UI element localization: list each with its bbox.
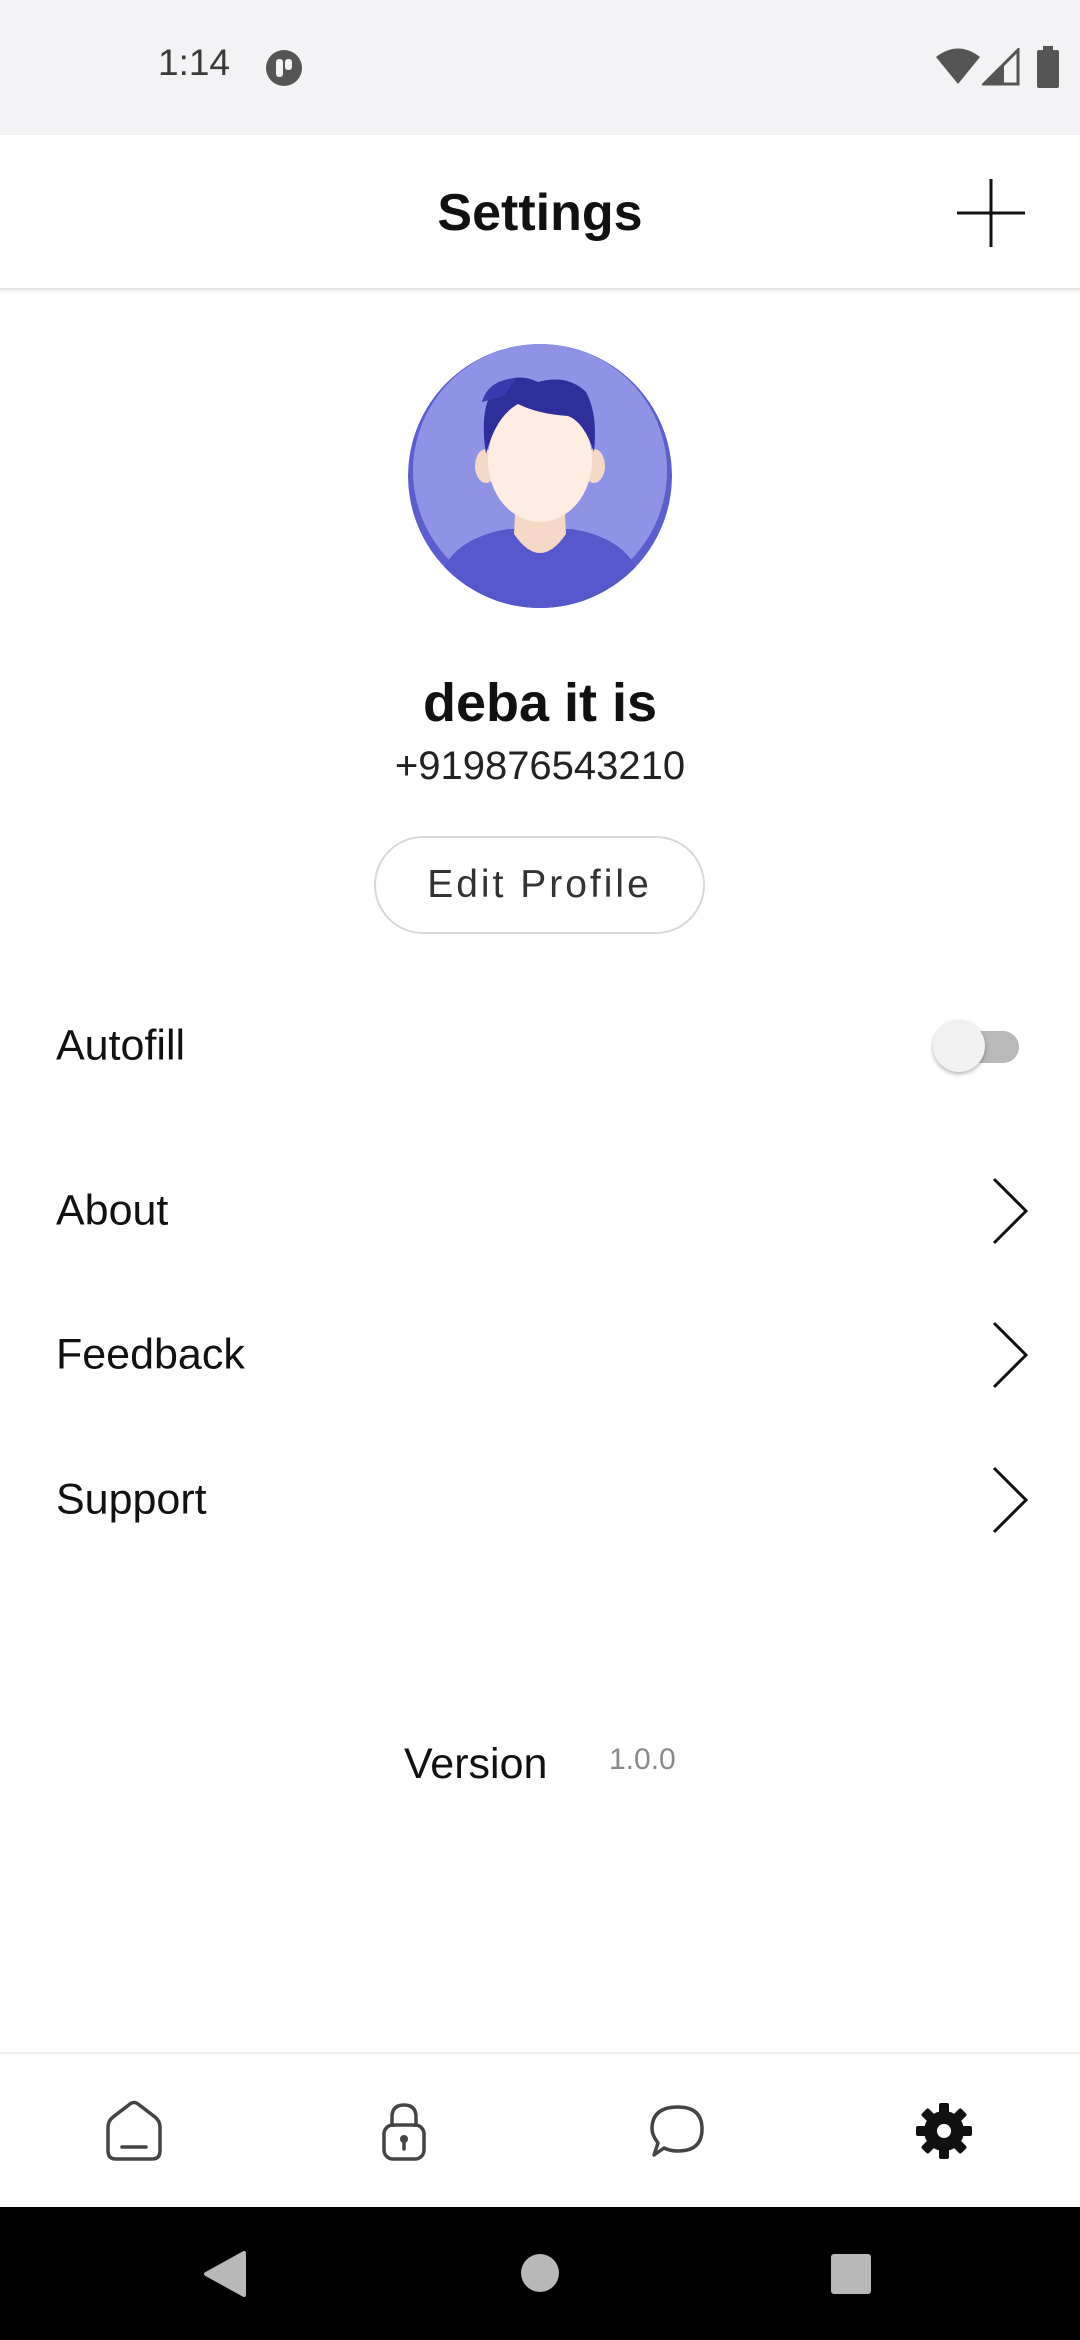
cell-signal-icon bbox=[982, 48, 1020, 86]
page-title: Settings bbox=[437, 184, 643, 242]
toggle-thumb bbox=[933, 1020, 985, 1072]
status-time: 1:14 bbox=[158, 42, 231, 83]
autofill-label: Autofill bbox=[56, 1021, 186, 1070]
profile-phone: +919876543210 bbox=[394, 744, 686, 788]
chat-icon[interactable] bbox=[644, 2099, 708, 2163]
user-avatar bbox=[408, 344, 672, 608]
app-bar: Settings bbox=[0, 135, 1080, 290]
home-circle-icon[interactable] bbox=[520, 2253, 560, 2293]
bottom-nav bbox=[0, 2052, 1080, 2207]
wifi-icon bbox=[936, 48, 980, 84]
version-label: Version bbox=[404, 1740, 548, 1788]
status-bar: 1:14 bbox=[0, 0, 1080, 135]
chevron-right-icon bbox=[992, 1321, 1029, 1389]
settings-item-label: About bbox=[56, 1186, 169, 1235]
back-icon[interactable] bbox=[202, 2250, 248, 2298]
version-value: 1.0.0 bbox=[609, 1743, 676, 1776]
app-notification-icon bbox=[266, 50, 302, 86]
chevron-right-icon bbox=[992, 1466, 1029, 1534]
battery-icon bbox=[1037, 46, 1059, 88]
edit-profile-button[interactable]: Edit Profile bbox=[374, 836, 705, 934]
settings-item-feedback[interactable]: Feedback bbox=[0, 1290, 1080, 1420]
system-nav-bar bbox=[0, 2207, 1080, 2340]
settings-item-label: Support bbox=[56, 1475, 207, 1524]
profile-name: deba it is bbox=[422, 673, 658, 733]
settings-gear-icon[interactable] bbox=[912, 2099, 976, 2163]
autofill-row: Autofill bbox=[0, 981, 1080, 1111]
settings-screen: 1:14 Settings deba it is +919876543210 E… bbox=[0, 0, 1080, 2340]
chevron-right-icon bbox=[992, 1177, 1029, 1245]
home-icon[interactable] bbox=[102, 2099, 166, 2163]
lock-icon[interactable] bbox=[372, 2099, 436, 2163]
recent-apps-icon[interactable] bbox=[830, 2253, 872, 2295]
autofill-toggle[interactable] bbox=[933, 1018, 1023, 1074]
settings-item-about[interactable]: About bbox=[0, 1146, 1080, 1276]
plus-icon[interactable] bbox=[955, 177, 1027, 249]
settings-item-support[interactable]: Support bbox=[0, 1435, 1080, 1565]
settings-item-label: Feedback bbox=[56, 1330, 245, 1379]
